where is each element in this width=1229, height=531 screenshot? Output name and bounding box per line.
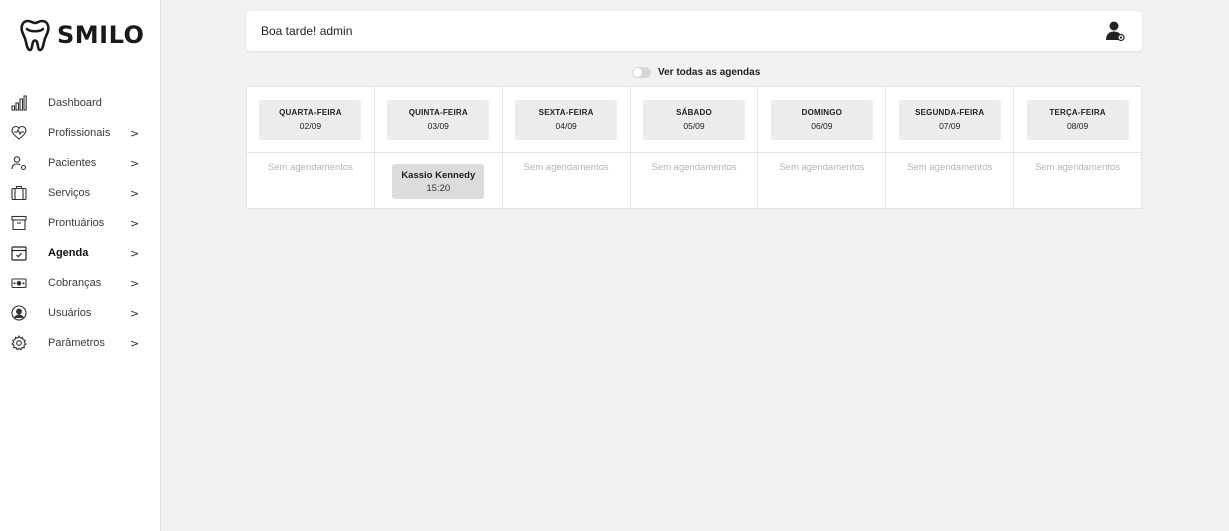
- day-date: 03/09: [427, 121, 449, 131]
- day-column: SEGUNDA-FEIRA 07/09 Sem agendamentos: [886, 87, 1015, 208]
- empty-state-text: Sem agendamentos: [907, 162, 993, 173]
- empty-state-text: Sem agendamentos: [779, 162, 865, 173]
- day-date: 05/09: [683, 121, 705, 131]
- appointment-time: 15:20: [426, 182, 451, 194]
- day-name: SÁBADO: [676, 108, 712, 117]
- toggle-all-schedules[interactable]: Ver todas as agendas: [632, 67, 760, 78]
- sidebar-nav: Dashboard Profissionais > Pacientes > Se…: [0, 88, 160, 358]
- day-column: QUARTA-FEIRA 02/09 Sem agendamentos: [247, 87, 375, 208]
- day-header[interactable]: SEXTA-FEIRA 04/09: [515, 99, 618, 140]
- bar-chart-icon: [11, 95, 27, 111]
- sidebar-item-label: Dashboard: [48, 97, 102, 109]
- weekly-schedule: QUARTA-FEIRA 02/09 Sem agendamentos QUIN…: [246, 86, 1142, 209]
- appointment-card[interactable]: Kassio Kennedy 15:20: [392, 164, 485, 199]
- sidebar-item-agenda[interactable]: Agenda >: [0, 238, 160, 268]
- logo[interactable]: SMILO: [19, 18, 144, 52]
- day-date: 02/09: [299, 121, 322, 131]
- heart-pulse-icon: [11, 125, 27, 141]
- appointment-patient: Kassio Kennedy: [401, 169, 476, 181]
- day-name: DOMINGO: [801, 108, 843, 117]
- day-header[interactable]: QUINTA-FEIRA 03/09: [387, 99, 490, 140]
- sidebar-item-dashboard[interactable]: Dashboard: [0, 88, 160, 118]
- sidebar-item-pacientes[interactable]: Pacientes >: [0, 148, 160, 178]
- day-header[interactable]: QUARTA-FEIRA 02/09: [259, 99, 362, 140]
- user-avatar-icon[interactable]: [1104, 20, 1126, 42]
- day-date: 04/09: [555, 121, 577, 131]
- day-column: QUINTA-FEIRA 03/09 Kassio Kennedy 15:20: [374, 87, 503, 208]
- logo-text: SMILO: [57, 21, 145, 49]
- calendar-check-icon: [11, 245, 27, 261]
- toggle-label: Ver todas as agendas: [658, 67, 761, 78]
- chevron-right-icon: >: [130, 336, 140, 350]
- chevron-right-icon: >: [130, 126, 140, 140]
- empty-state-text: Sem agendamentos: [523, 162, 609, 173]
- header-bar: Boa tarde! admin: [246, 11, 1142, 51]
- sidebar-item-label: Agenda: [48, 247, 89, 259]
- sidebar-item-prontuarios[interactable]: Prontuários >: [0, 208, 160, 238]
- day-name: TERÇA-FEIRA: [1049, 108, 1106, 117]
- day-header[interactable]: SEGUNDA-FEIRA 07/09: [898, 99, 1001, 140]
- sidebar-item-label: Pacientes: [48, 157, 97, 169]
- day-column: DOMINGO 06/09 Sem agendamentos: [758, 87, 887, 208]
- day-header[interactable]: DOMINGO 06/09: [770, 99, 873, 140]
- day-column: SÁBADO 05/09 Sem agendamentos: [630, 87, 759, 208]
- empty-state-text: Sem agendamentos: [267, 162, 353, 173]
- sidebar-item-profissionais[interactable]: Profissionais >: [0, 118, 160, 148]
- day-date: 08/09: [1066, 121, 1089, 131]
- chevron-right-icon: >: [130, 216, 140, 230]
- sidebar-item-label: Prontuários: [48, 217, 105, 229]
- day-column: SEXTA-FEIRA 04/09 Sem agendamentos: [502, 87, 631, 208]
- empty-state-text: Sem agendamentos: [651, 162, 737, 173]
- day-header[interactable]: SÁBADO 05/09: [643, 99, 745, 140]
- user-gear-icon: [11, 155, 27, 171]
- day-name: SEXTA-FEIRA: [538, 108, 594, 117]
- day-column: TERÇA-FEIRA 08/09 Sem agendamentos: [1014, 87, 1142, 208]
- day-name: QUINTA-FEIRA: [408, 108, 468, 117]
- sidebar-item-label: Usuários: [48, 307, 92, 319]
- day-date: 07/09: [939, 121, 961, 131]
- briefcase-icon: [11, 185, 27, 201]
- day-name: QUARTA-FEIRA: [279, 108, 342, 117]
- chevron-right-icon: >: [130, 246, 140, 260]
- sidebar-item-label: Profissionais: [48, 127, 111, 139]
- chevron-right-icon: >: [130, 186, 140, 200]
- day-date: 06/09: [811, 121, 833, 131]
- day-name: SEGUNDA-FEIRA: [915, 108, 985, 117]
- user-circle-icon: [11, 305, 27, 321]
- chevron-right-icon: >: [130, 276, 140, 290]
- day-header[interactable]: TERÇA-FEIRA 08/09: [1026, 99, 1129, 140]
- empty-state-text: Sem agendamentos: [1035, 162, 1121, 173]
- greeting-text: Boa tarde! admin: [261, 24, 353, 38]
- sidebar-item-cobrancas[interactable]: Cobranças >: [0, 268, 160, 298]
- sidebar-item-label: Parâmetros: [48, 337, 105, 349]
- tooth-icon: [20, 19, 50, 52]
- chevron-right-icon: >: [130, 306, 140, 320]
- sidebar-item-parametros[interactable]: Parâmetros >: [0, 328, 160, 358]
- sidebar-item-label: Cobranças: [48, 277, 102, 289]
- sidebar-item-servicos[interactable]: Serviços >: [0, 178, 160, 208]
- gear-icon: [11, 335, 27, 351]
- sidebar-item-usuarios[interactable]: Usuários >: [0, 298, 160, 328]
- sidebar-item-label: Serviços: [48, 187, 91, 199]
- sidebar: SMILO Dashboard Profissionais > Paciente…: [0, 0, 161, 531]
- chevron-right-icon: >: [130, 156, 140, 170]
- toggle-switch[interactable]: [632, 67, 651, 78]
- money-icon: [11, 275, 27, 291]
- archive-icon: [11, 215, 27, 231]
